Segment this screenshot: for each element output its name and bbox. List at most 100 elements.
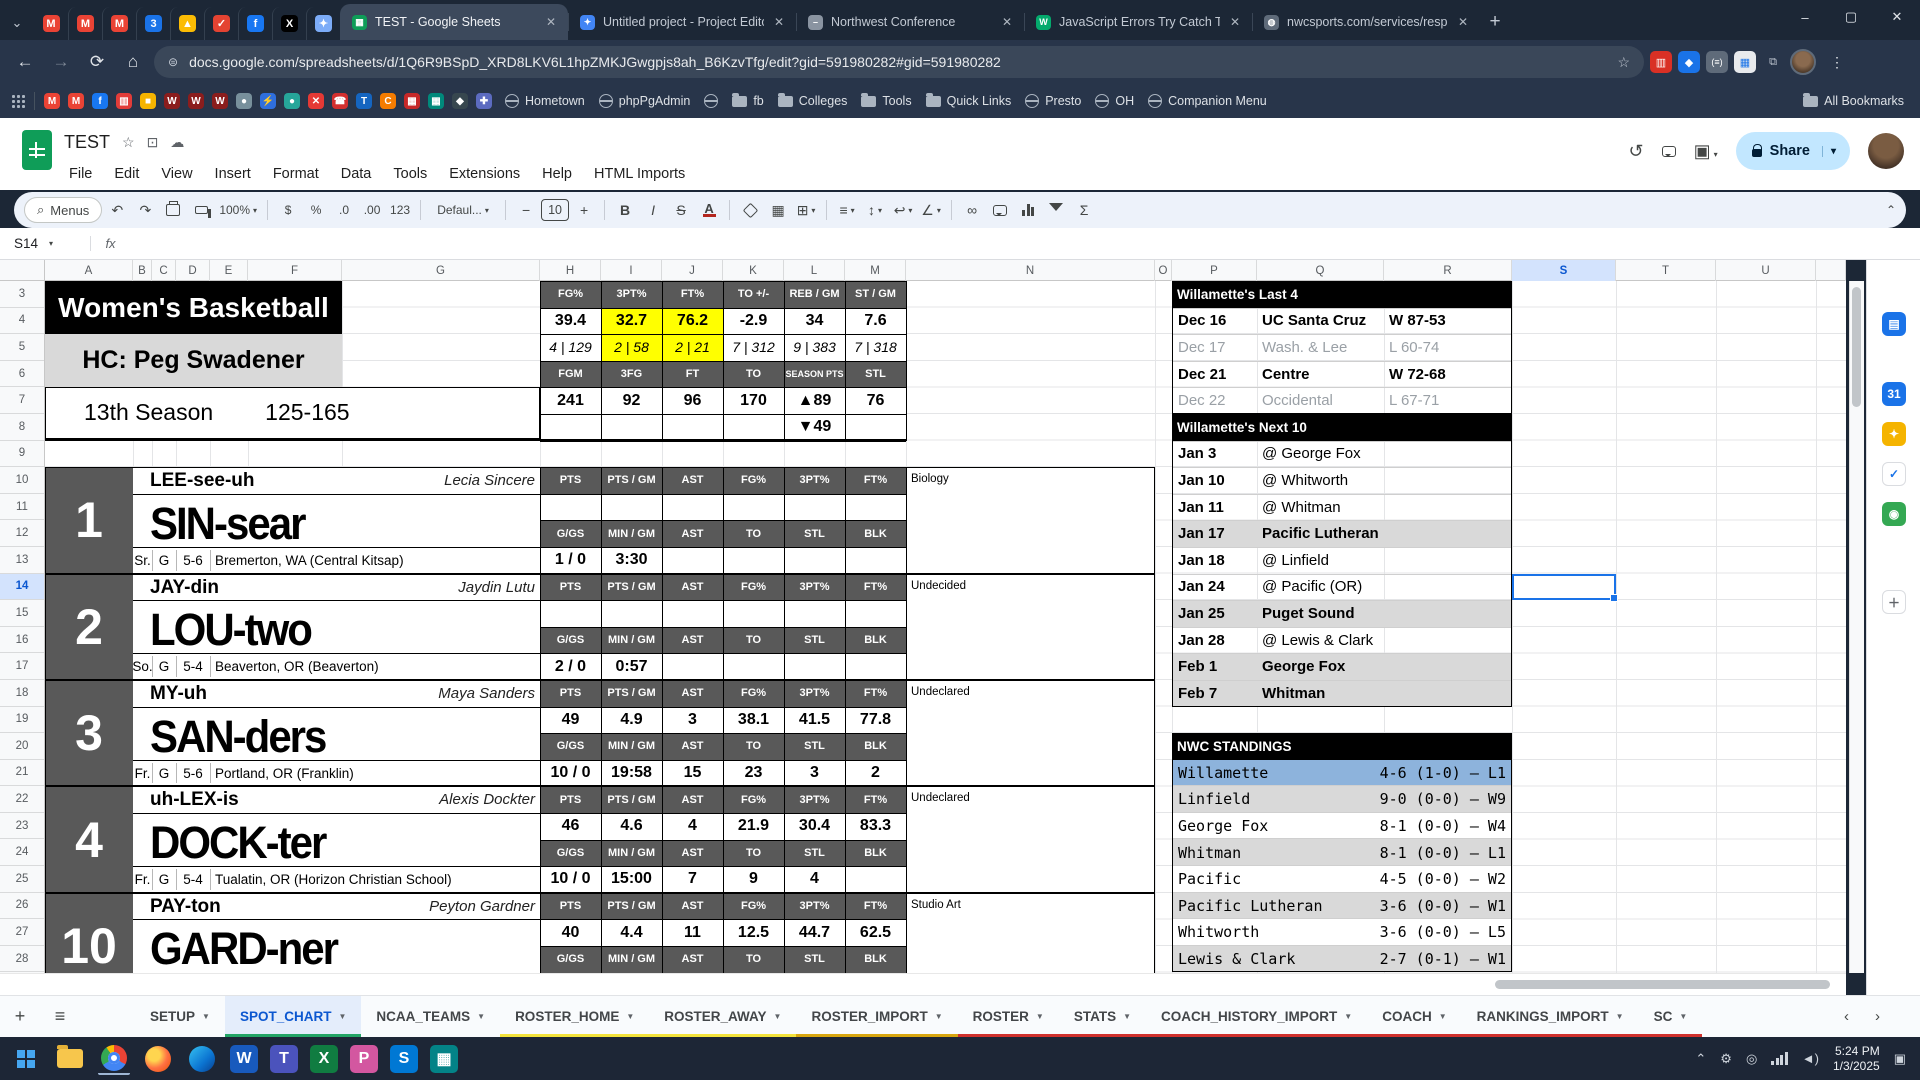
bookmark-favicon-icon[interactable]: ●	[284, 93, 300, 109]
stat-value-cell[interactable]: 38.1	[723, 707, 784, 734]
bookmark-favicon-icon[interactable]: W	[164, 93, 180, 109]
mic-icon[interactable]: ◎	[1746, 1051, 1757, 1067]
bookmark-favicon-icon[interactable]: W	[188, 93, 204, 109]
row-header-19[interactable]: 19	[0, 707, 44, 734]
player-position[interactable]: G	[152, 547, 176, 574]
stat-value-cell[interactable]: 41.5	[784, 707, 845, 734]
column-header-S[interactable]: S	[1512, 260, 1616, 281]
next10-opponent[interactable]: @ George Fox	[1262, 441, 1512, 468]
bookmark-fb[interactable]: fb	[728, 91, 767, 111]
sheet-tab-menu-icon[interactable]: ▼	[338, 1012, 346, 1021]
stat-value-cell[interactable]: 3:30	[601, 547, 662, 574]
row-header-13[interactable]: 13	[0, 547, 44, 574]
row-header-5[interactable]: 5	[0, 334, 44, 361]
row-header-18[interactable]: 18	[0, 680, 44, 707]
player-position[interactable]: G	[152, 760, 176, 787]
tab-close-icon[interactable]: ✕	[544, 15, 558, 29]
player-hometown[interactable]: Tualatin, OR (Horizon Christian School)	[215, 866, 535, 893]
last4-date[interactable]: Dec 21	[1178, 361, 1257, 388]
stat-value-cell[interactable]	[723, 600, 784, 627]
word-icon[interactable]: W	[230, 1045, 258, 1073]
stat-value-cell[interactable]: 7	[662, 866, 723, 893]
sheet-tab-menu-icon[interactable]: ▼	[1123, 1012, 1131, 1021]
row-header-9[interactable]: 9	[0, 441, 44, 468]
tab-search-icon[interactable]: ⌄	[0, 6, 34, 40]
add-addon-icon[interactable]: ＋	[1882, 590, 1906, 614]
player-major[interactable]: Studio Art	[911, 899, 1151, 911]
sheet-tab-rankings_import[interactable]: RANKINGS_IMPORT▼	[1462, 996, 1639, 1037]
column-header-H[interactable]: H	[540, 260, 601, 281]
browser-tab[interactable]: WJavaScript Errors Try Catch Thro✕	[1024, 4, 1252, 40]
pinned-tab-gmail[interactable]: M	[68, 7, 102, 40]
vertical-scrollbar[interactable]	[1849, 281, 1864, 973]
summary-value-cell[interactable]: 4 | 129	[540, 334, 601, 361]
summary-value-cell[interactable]: 34	[784, 308, 845, 335]
stat-value-cell[interactable]	[540, 600, 601, 627]
bookmark-presto[interactable]: Presto	[1021, 91, 1085, 111]
document-title[interactable]: TEST ☆ ⊡ ☁	[64, 132, 184, 153]
address-input[interactable]: ⊜ docs.google.com/spreadsheets/d/1Q6R9BS…	[154, 46, 1644, 78]
stat-value-cell[interactable]	[784, 653, 845, 680]
print-button[interactable]	[160, 197, 186, 223]
stat-value-cell[interactable]	[784, 547, 845, 574]
pinned-tab-todoist[interactable]: ✓	[204, 7, 238, 40]
next10-date[interactable]: Feb 1	[1178, 653, 1257, 680]
summary-value-cell[interactable]: 96	[662, 387, 723, 414]
column-header-partial[interactable]	[1816, 260, 1846, 281]
menu-edit[interactable]: Edit	[105, 162, 148, 186]
last4-opponent[interactable]: UC Santa Cruz	[1262, 308, 1384, 335]
stat-value-cell[interactable]: 30.4	[784, 813, 845, 840]
stat-value-cell[interactable]: 2 / 0	[540, 653, 601, 680]
strikethrough-button[interactable]: S	[668, 197, 694, 223]
bookmark-tools[interactable]: Tools	[857, 91, 915, 111]
stat-value-cell[interactable]: 40	[540, 919, 601, 946]
select-all-corner[interactable]	[0, 260, 45, 281]
summary-value-cell[interactable]: 76.2	[662, 308, 723, 335]
browser-tab[interactable]: ✦Untitled project - Project Editor✕	[568, 4, 796, 40]
next10-date[interactable]: Jan 18	[1178, 547, 1257, 574]
edge-icon[interactable]	[186, 1043, 218, 1075]
horizontal-scrollbar-thumb[interactable]	[1495, 980, 1830, 989]
last4-date[interactable]: Dec 22	[1178, 387, 1257, 414]
row-header-16[interactable]: 16	[0, 627, 44, 654]
search-menus-button[interactable]: ⌕ Menus	[24, 197, 102, 223]
stat-value-cell[interactable]: 4.9	[601, 707, 662, 734]
insert-chart-button[interactable]	[1015, 197, 1041, 223]
stat-value-cell[interactable]	[845, 494, 906, 521]
bookmark-favicon-icon[interactable]: f	[92, 93, 108, 109]
text-color-button[interactable]: A	[696, 197, 722, 223]
next10-opponent[interactable]: @ Lewis & Clark	[1262, 627, 1512, 654]
player-full-name[interactable]: Alexis Dockter	[285, 791, 535, 808]
minimize-button[interactable]: –	[1782, 0, 1828, 34]
sheet-tab-spot_chart[interactable]: SPOT_CHART▼	[225, 996, 361, 1037]
column-header-J[interactable]: J	[662, 260, 723, 281]
last4-opponent[interactable]: Wash. & Lee	[1262, 334, 1384, 361]
summary-value-cell[interactable]	[540, 414, 601, 441]
bookmark-companion-menu[interactable]: Companion Menu	[1144, 91, 1271, 111]
player-class-year[interactable]: Fr.	[133, 866, 152, 893]
player-major[interactable]: Undeclared	[911, 686, 1151, 698]
refresh-icon[interactable]: ⟳	[82, 47, 112, 77]
column-header-T[interactable]: T	[1616, 260, 1716, 281]
column-header-M[interactable]: M	[845, 260, 906, 281]
sheet-tab-menu-icon[interactable]: ▼	[1616, 1012, 1624, 1021]
keep-icon[interactable]: ✦	[1882, 422, 1906, 446]
volume-icon[interactable]: ◄)	[1802, 1051, 1819, 1066]
column-header-K[interactable]: K	[723, 260, 784, 281]
stat-value-cell[interactable]	[784, 494, 845, 521]
fill-color-button[interactable]	[737, 197, 763, 223]
insert-comment-button[interactable]	[987, 197, 1013, 223]
bookmark-favicon-icon[interactable]: ◆	[452, 93, 468, 109]
menu-html-imports[interactable]: HTML Imports	[585, 162, 694, 186]
summarize-icon[interactable]: ▤	[1882, 312, 1906, 336]
summary-value-cell[interactable]: 2 | 58	[601, 334, 662, 361]
pinned-tab-gemini[interactable]: ✦	[306, 7, 340, 40]
column-header-D[interactable]: D	[176, 260, 210, 281]
forward-icon[interactable]: →	[46, 47, 76, 77]
stat-value-cell[interactable]	[845, 653, 906, 680]
summary-value-cell[interactable]: 9 | 383	[784, 334, 845, 361]
row-header-23[interactable]: 23	[0, 813, 44, 840]
coach-name[interactable]: HC: Peg Swadener	[45, 334, 342, 387]
standings-record[interactable]: 4-6 (1-0) — L1	[1302, 760, 1506, 787]
summary-value-cell[interactable]: -2.9	[723, 308, 784, 335]
